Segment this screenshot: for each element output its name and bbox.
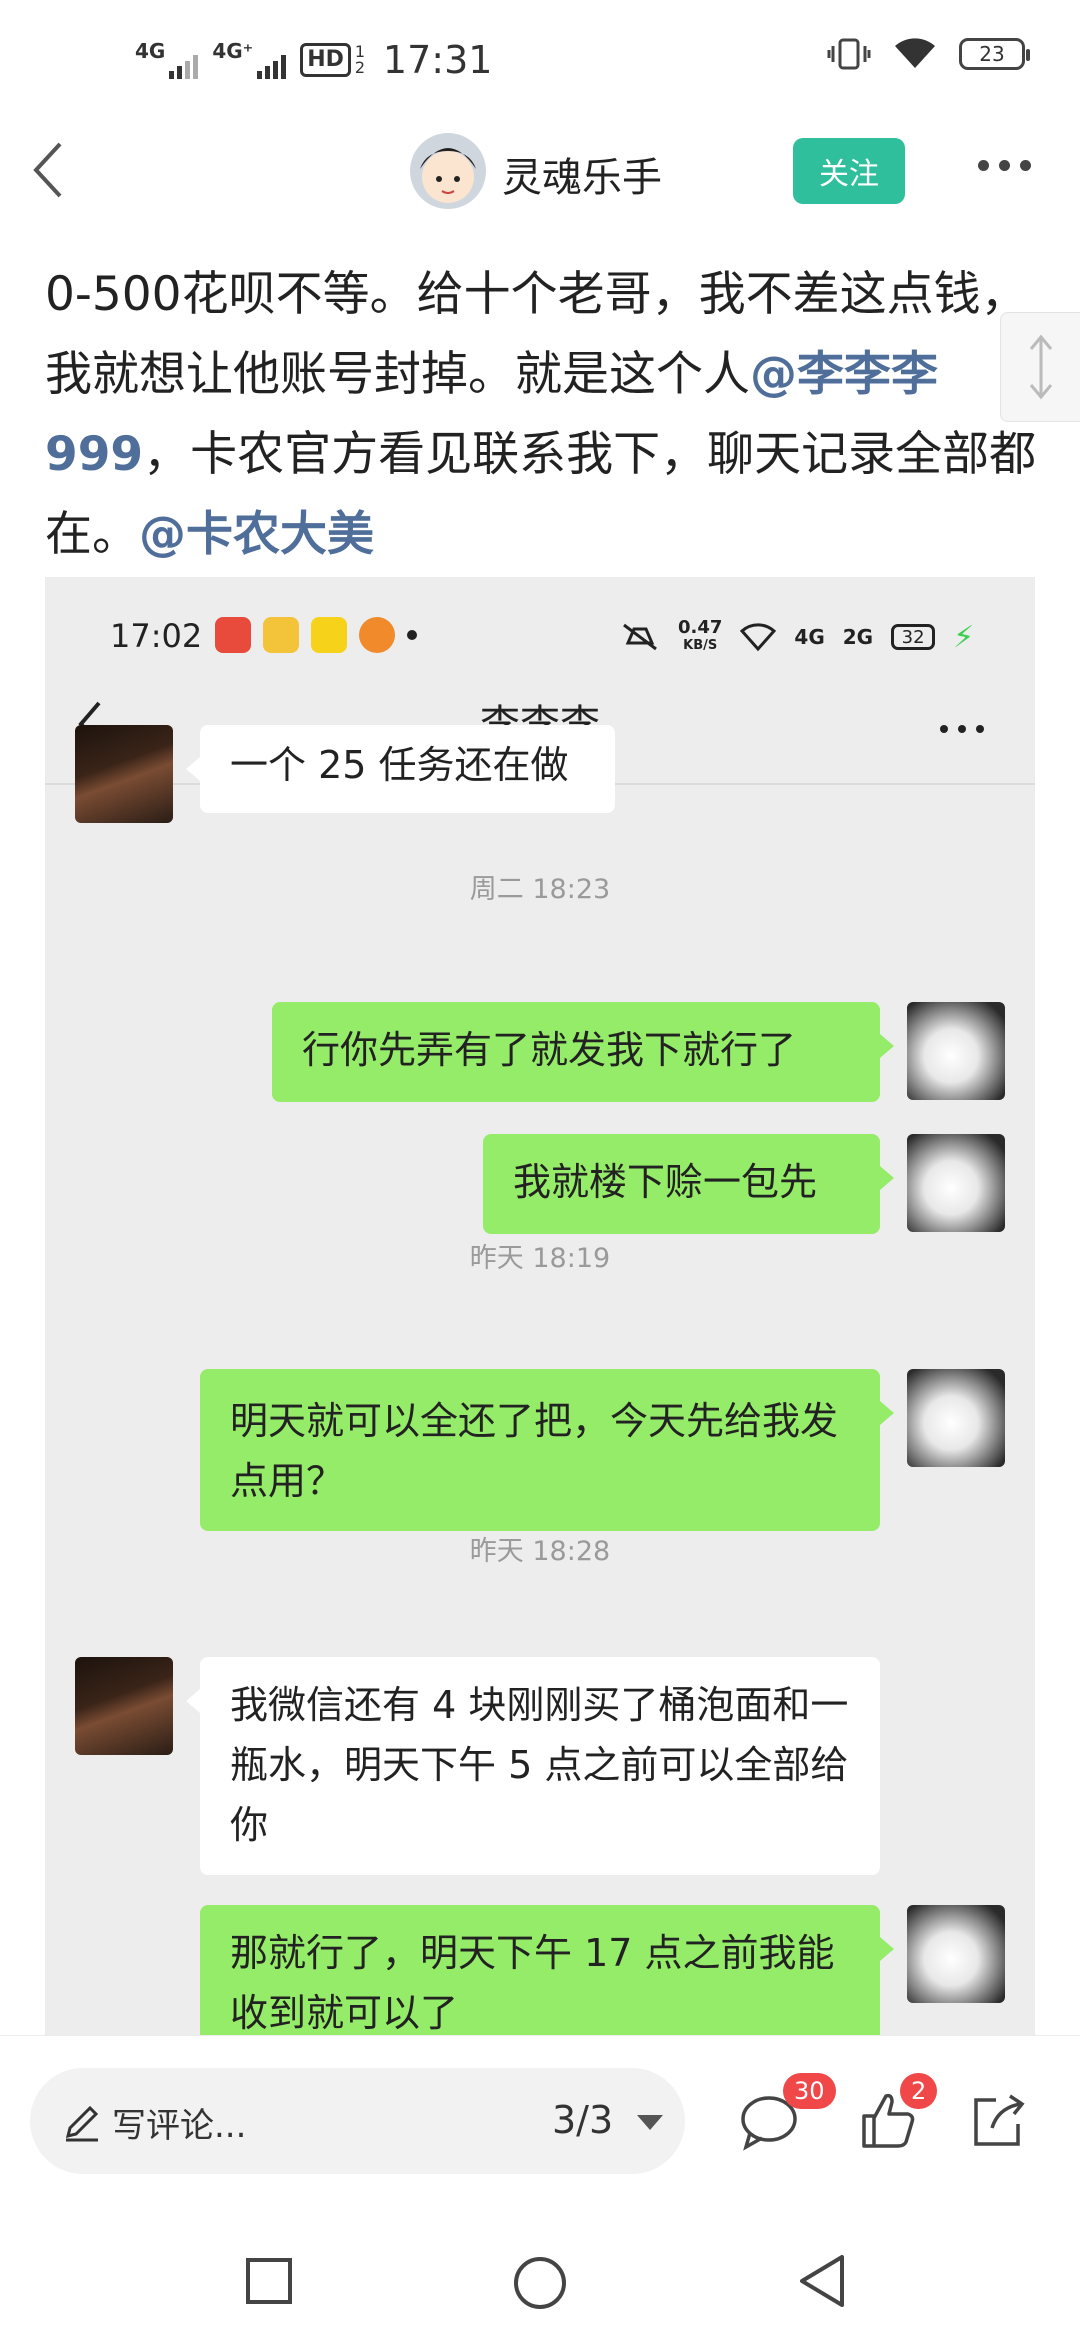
message-bubble-out: 我就楼下赊一包先 [483,1134,894,1234]
weibo-icon [359,617,395,653]
author-avatar[interactable] [410,133,486,209]
charging-icon: ⚡ [953,619,975,655]
signal-4g-plus-icon: 4G⁺ [212,39,287,79]
app-icon-58 [263,617,299,653]
more-icon[interactable] [978,160,1031,171]
status-bar: 4G 4G⁺ HD 1 2 17:31 23 [0,0,1080,120]
wifi-icon [895,38,935,68]
net-speed-unit: KB/S [683,638,718,653]
pen-icon [65,2105,99,2142]
hd-badge: HD [300,43,351,77]
status-time: 17:31 [382,38,493,82]
back-arrow-icon[interactable] [28,140,68,200]
shot-status-right: 0.47 KB/S 4G 2G 32 ⚡ [620,619,974,655]
message-bubble-out: 明天就可以全还了把，今天先给我发点用？ [200,1369,894,1531]
circle-nav-icon[interactable] [512,2255,568,2311]
system-nav-bar [0,2205,1080,2340]
app-icon-1 [215,617,251,653]
status-right: 23 [827,36,1030,72]
wifi-icon [740,623,777,652]
triangle-nav-icon[interactable] [796,2253,848,2309]
signal1-label: 4G [135,39,166,63]
post-text: 0-500花呗不等。给十个老哥，我不差这点钱，我就想让他账号封掉。就是这个人@李… [45,255,1040,575]
scroll-handle[interactable] [1000,312,1080,422]
net2-label: 2G [842,625,874,649]
net-speed-value: 0.47 [678,617,723,638]
message-bubble-in: 我微信还有 4 块刚刚买了桶泡面和一瓶水，明天下午 5 点之前可以全部给你 [186,1657,880,1875]
net-speed: 0.47 KB/S [678,619,722,655]
vibrate-icon [827,38,871,70]
status-left: 4G 4G⁺ HD 1 2 17:31 [135,30,492,90]
shot-battery-level: 32 [901,626,925,648]
my-avatar [907,1134,1005,1232]
contact-avatar [75,1657,173,1755]
my-avatar [907,1905,1005,2003]
signal2-label: 4G⁺ [212,39,254,63]
net1-label: 4G [794,625,825,649]
signal-4g-icon: 4G [135,39,199,79]
author-name[interactable]: 灵魂乐手 [502,145,662,203]
battery-icon: 23 [959,38,1030,70]
message-bubble-out: 行你先弄有了就发我下就行了 [272,1002,894,1102]
app-icon-yy [311,617,347,653]
like-count-badge: 2 [900,2073,938,2109]
message-bubble-in: 一个 25 任务还在做 [186,725,615,813]
page-indicator[interactable]: 3/3 [552,2098,613,2142]
shot-battery-icon: 32 [891,624,936,650]
contact-avatar [75,725,173,823]
chat-more-icon [940,725,984,733]
dot-icon [407,630,417,640]
chevron-down-icon[interactable] [637,2115,663,2130]
message-bubble-out: 那就行了，明天下午 17 点之前我能收到就可以了 [200,1905,894,2035]
time-stamp: 周二 18:23 [469,874,611,905]
comment-placeholder[interactable]: 写评论... [112,2098,246,2147]
my-avatar [907,1369,1005,1467]
time-stamp: 昨天 18:19 [469,1243,611,1274]
mute-icon [623,623,657,651]
hd-sub: 1 2 [354,42,366,77]
time-stamp: 昨天 18:28 [469,1536,611,1567]
battery-level: 23 [979,42,1005,66]
shot-status-time: 17:02 [110,617,203,655]
square-nav-icon[interactable] [245,2257,293,2305]
share-icon[interactable] [968,2092,1028,2150]
chat-screenshot-image[interactable]: 17:02 0.47KB/S 4G 2G 32 ⚡ 李李李 一个 25 任务还在… [45,577,1035,2035]
mention-link-2[interactable]: @卡农大美 [139,507,374,562]
shot-app-icons [215,617,417,653]
follow-button[interactable]: 关注 [793,138,905,204]
comment-count-badge: 30 [783,2073,836,2109]
my-avatar [907,1002,1005,1100]
